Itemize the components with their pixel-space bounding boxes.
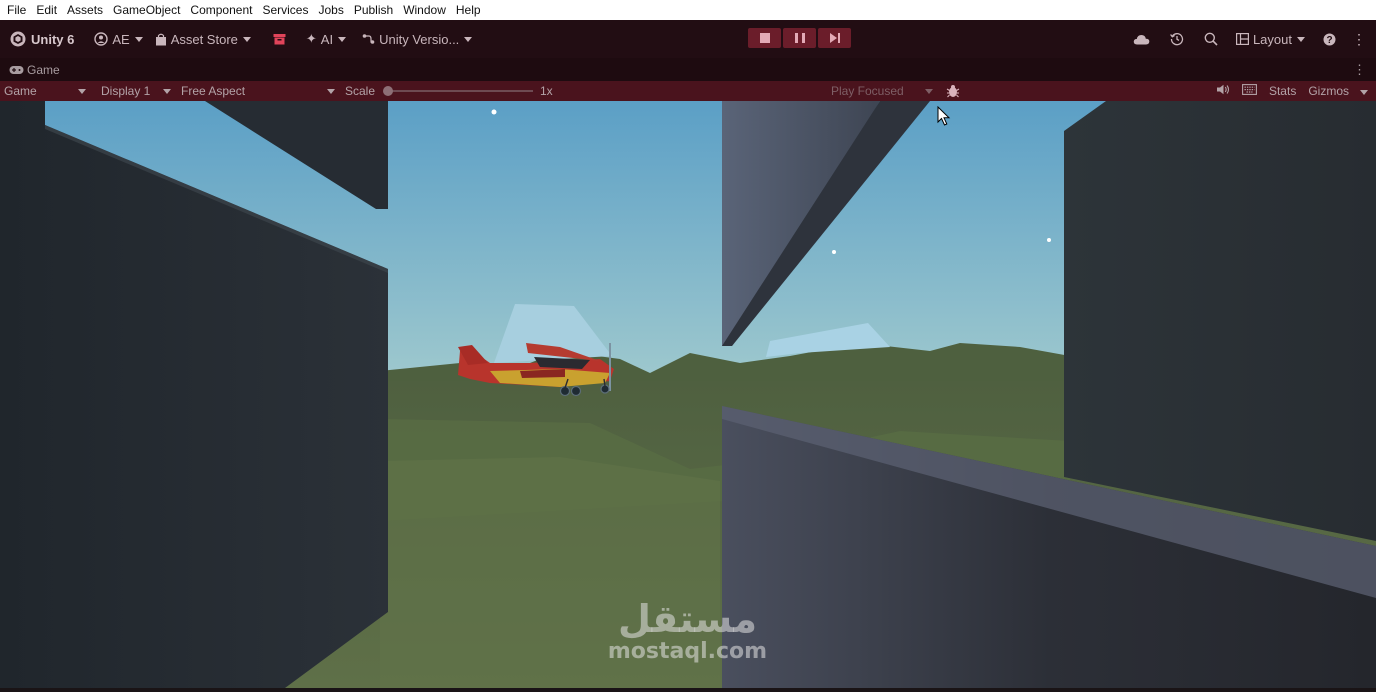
speaker-icon — [1216, 84, 1230, 95]
scale-label: Scale — [345, 84, 376, 98]
star — [1047, 238, 1051, 242]
unity-button[interactable]: Unity 6 — [4, 26, 80, 52]
chevron-down-icon — [134, 36, 143, 42]
keyboard-icon — [1242, 84, 1257, 95]
gizmos-dropdown[interactable] — [1351, 84, 1376, 98]
unity-version-label: Unity 6 — [31, 31, 75, 47]
gizmos-button[interactable]: Gizmos — [1302, 84, 1351, 98]
view-mode-label: Game — [4, 84, 37, 98]
pause-icon — [794, 33, 805, 43]
star — [832, 250, 836, 254]
layout-dropdown[interactable]: Layout — [1228, 26, 1313, 52]
watermark: مستقل mostaql.com — [600, 598, 775, 664]
menu-assets[interactable]: Assets — [62, 0, 108, 20]
shortcuts-button[interactable] — [1236, 84, 1263, 98]
tab-game-label: Game — [27, 62, 60, 77]
game-view-toolbar: Game Display 1 Free Aspect Scale 1x Play… — [0, 81, 1376, 101]
pause-button[interactable] — [783, 28, 816, 48]
package-manager-button[interactable] — [267, 26, 292, 52]
help-button[interactable]: ? — [1313, 26, 1346, 52]
layout-icon — [1235, 33, 1249, 45]
step-button[interactable] — [818, 28, 851, 48]
game-toolbar-right: Stats Gizmos — [1210, 81, 1376, 101]
svg-text:?: ? — [1326, 35, 1332, 46]
menu-bar: File Edit Assets GameObject Component Se… — [0, 0, 1376, 20]
more-vertical-icon[interactable]: ⋮ — [1353, 62, 1366, 78]
history-icon — [1170, 33, 1184, 46]
chevron-down-icon — [925, 89, 933, 94]
layout-label: Layout — [1252, 31, 1292, 47]
stats-button[interactable]: Stats — [1263, 84, 1302, 98]
aspect-dropdown[interactable]: Free Aspect — [177, 81, 341, 101]
asset-store-label: Asset Store — [170, 31, 238, 47]
ai-label: AI — [320, 31, 334, 47]
account-icon — [94, 32, 109, 46]
main-toolbar: Unity 6 AE Asset Store ✦ AI Unity Versio… — [0, 20, 1376, 58]
search-button[interactable] — [1194, 26, 1228, 52]
chevron-down-icon — [464, 36, 473, 42]
help-icon: ? — [1323, 33, 1336, 46]
branch-icon — [362, 34, 375, 44]
bug-icon — [946, 85, 960, 98]
menu-component[interactable]: Component — [185, 0, 257, 20]
menu-edit[interactable]: Edit — [31, 0, 62, 20]
star — [491, 109, 497, 115]
right-wall — [1064, 101, 1376, 541]
menu-services[interactable]: Services — [257, 0, 313, 20]
bottom-border — [0, 688, 1376, 692]
sparkle-icon: ✦ — [305, 31, 317, 46]
ai-dropdown[interactable]: ✦ AI — [300, 26, 352, 52]
chevron-down-icon — [1360, 90, 1368, 95]
cloud-icon — [1133, 34, 1150, 44]
watermark-latin: mostaql.com — [607, 639, 768, 664]
aspect-label: Free Aspect — [181, 84, 246, 98]
unity-logo-icon — [10, 31, 26, 47]
stop-button[interactable] — [748, 28, 781, 48]
chevron-down-icon — [1297, 36, 1305, 42]
mouse-cursor-icon — [937, 106, 951, 126]
shopping-bag-icon — [155, 33, 166, 45]
step-icon — [829, 33, 840, 43]
package-icon — [273, 34, 286, 45]
menu-help[interactable]: Help — [451, 0, 486, 20]
display-dropdown[interactable]: Display 1 — [97, 81, 177, 101]
version-control-dropdown[interactable]: Unity Versio... — [356, 26, 478, 52]
audio-mute-button[interactable] — [1210, 84, 1236, 98]
playmode-controls — [748, 28, 851, 48]
history-button[interactable] — [1160, 26, 1194, 52]
watermark-arabic: مستقل — [618, 597, 757, 641]
game-tab-bar: Game ⋮ — [0, 58, 1376, 81]
chevron-down-icon — [78, 89, 86, 94]
display-label: Display 1 — [101, 84, 151, 98]
debug-button[interactable] — [942, 81, 962, 101]
asset-store-button[interactable]: Asset Store — [149, 26, 257, 52]
stop-icon — [759, 33, 770, 43]
chevron-down-icon — [242, 36, 251, 42]
menu-window[interactable]: Window — [398, 0, 451, 20]
menu-jobs[interactable]: Jobs — [313, 0, 348, 20]
cloud-button[interactable] — [1123, 26, 1160, 52]
menu-publish[interactable]: Publish — [349, 0, 398, 20]
menu-gameobject[interactable]: GameObject — [108, 0, 185, 20]
more-menu-button[interactable]: ⋮ — [1346, 26, 1376, 52]
menu-file[interactable]: File — [2, 0, 31, 20]
play-mode-label: Play Focused — [831, 84, 904, 98]
account-label: AE — [112, 31, 130, 47]
toolbar-right: Layout ? ⋮ — [1123, 20, 1376, 58]
chevron-down-icon — [327, 89, 335, 94]
gamepad-icon — [9, 65, 24, 74]
chevron-down-icon — [163, 89, 171, 94]
scale-slider[interactable] — [387, 90, 533, 92]
account-dropdown[interactable]: AE — [88, 26, 148, 52]
chevron-down-icon — [338, 36, 347, 42]
more-vertical-icon: ⋮ — [1352, 31, 1366, 47]
version-control-label: Unity Versio... — [379, 31, 460, 47]
scale-value: 1x — [540, 84, 553, 98]
tab-game[interactable]: Game — [0, 63, 60, 77]
play-mode-dropdown[interactable]: Play Focused — [827, 81, 939, 101]
view-mode-dropdown[interactable]: Game — [0, 81, 92, 101]
search-icon — [1204, 32, 1218, 46]
scale-slider-handle[interactable] — [383, 86, 393, 96]
